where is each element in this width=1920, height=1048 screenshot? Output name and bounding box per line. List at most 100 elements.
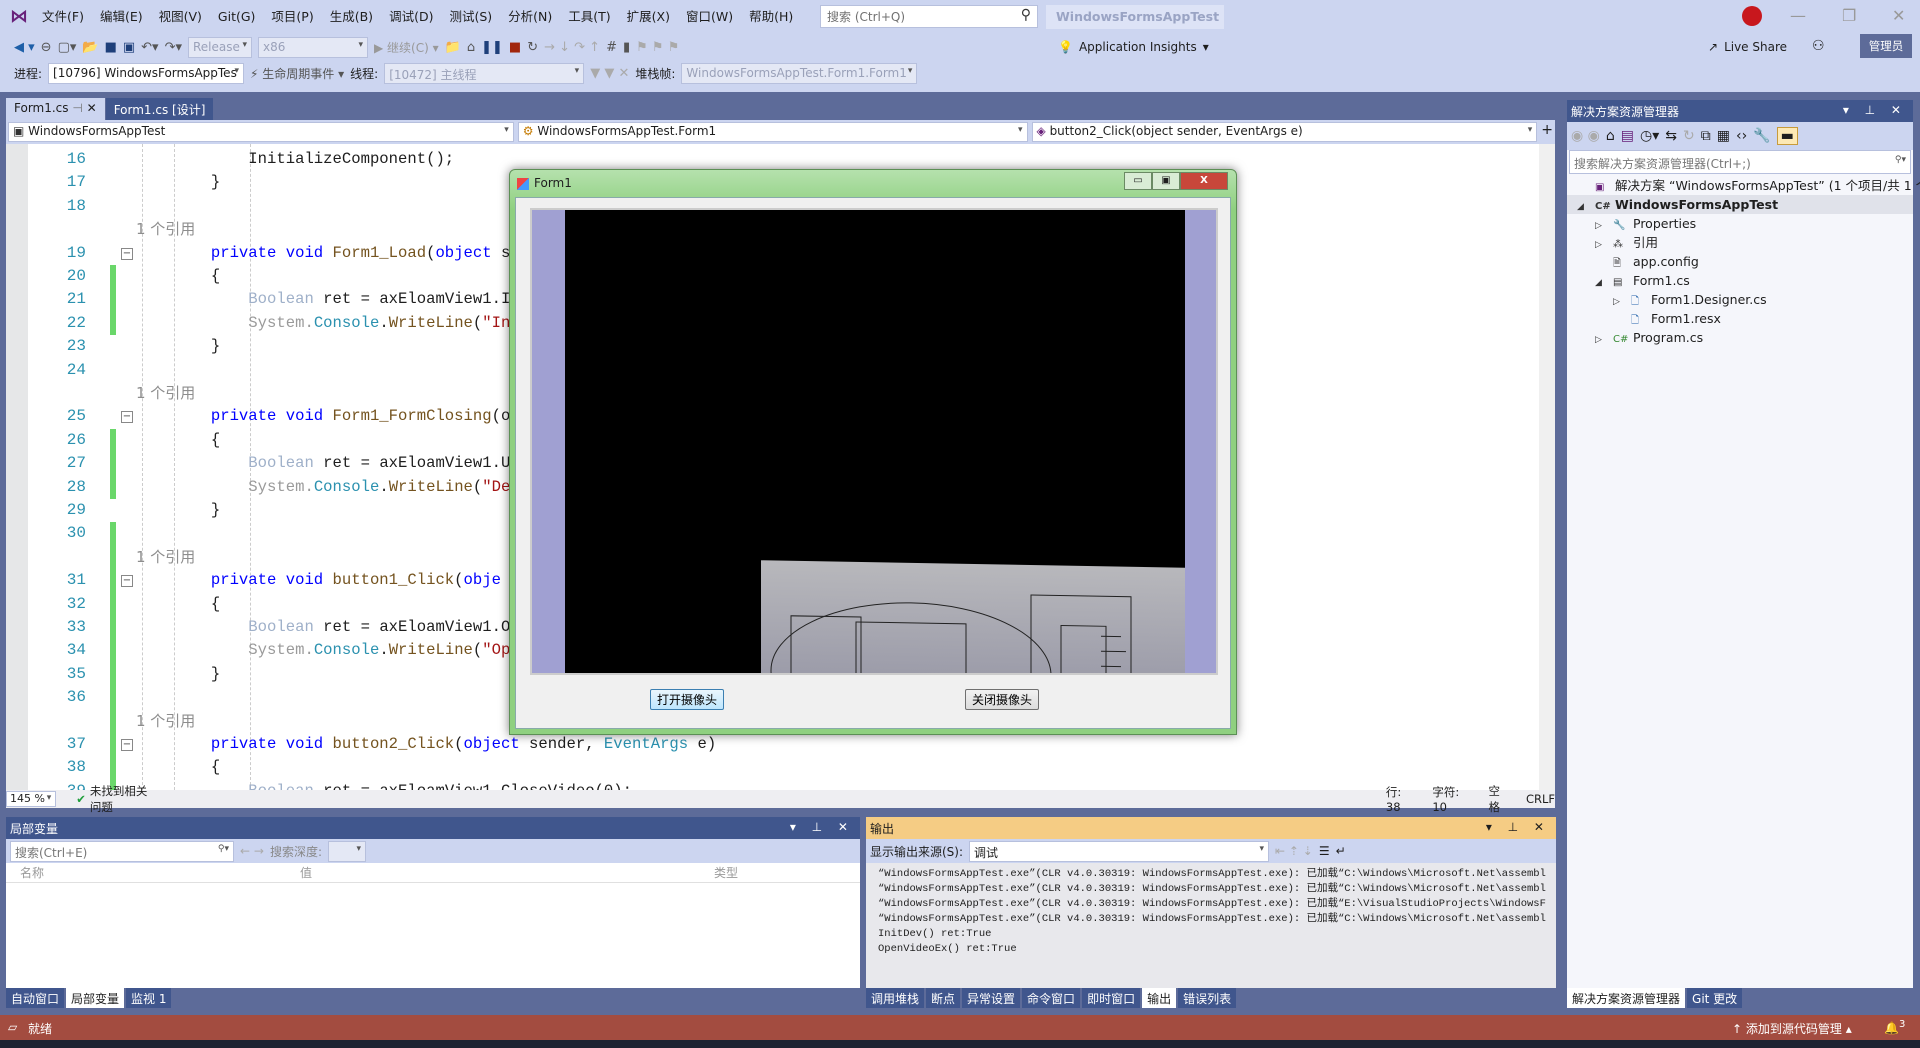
sync-icon[interactable]: ⇆: [1665, 128, 1677, 144]
open-icon[interactable]: 📂: [82, 40, 98, 55]
collapse-all-icon[interactable]: ⧉: [1701, 128, 1711, 144]
minimize-icon[interactable]: —: [1790, 6, 1806, 25]
output-text[interactable]: “WindowsFormsAppTest.exe”(CLR v4.0.30319…: [866, 863, 1556, 957]
restart-icon[interactable]: ↻: [527, 40, 538, 55]
expander-icon[interactable]: ▷: [1595, 331, 1613, 350]
thread-select[interactable]: [10472] 主线程 ▾: [384, 62, 585, 84]
close-camera-button[interactable]: 关闭摄像头: [965, 689, 1040, 710]
menu-item[interactable]: 编辑(E): [92, 0, 151, 33]
tree-item[interactable]: ◢ ▤ Form1.cs: [1567, 271, 1913, 290]
panel-tab[interactable]: 断点: [926, 988, 961, 1008]
eol-indicator[interactable]: CRLF: [1526, 792, 1555, 806]
admin-button[interactable]: 管理员: [1860, 34, 1912, 58]
panel-tab[interactable]: 错误列表: [1178, 988, 1237, 1008]
menu-item[interactable]: Git(G): [210, 0, 264, 33]
close-tab-icon[interactable]: ✕: [87, 101, 97, 115]
live-share-button[interactable]: ↗ Live Share: [1708, 34, 1787, 60]
home-icon[interactable]: ⌂: [1606, 128, 1615, 144]
panel-tab[interactable]: 即时窗口: [1082, 988, 1141, 1008]
class-select[interactable]: ⚙ WindowsFormsAppTest.Form1 ▾: [517, 122, 1028, 142]
application-insights-button[interactable]: 💡 Application Insights ▾: [1058, 34, 1209, 60]
save-icon[interactable]: ■: [105, 40, 117, 55]
code-line[interactable]: 38 {: [6, 756, 1555, 779]
back-icon[interactable]: ◀ ▾: [14, 40, 35, 55]
platform-select[interactable]: x86 ▾: [258, 36, 368, 58]
column-type[interactable]: 类型: [710, 864, 738, 881]
switch-views-icon[interactable]: ▤: [1621, 128, 1634, 144]
menu-item[interactable]: 文件(F): [34, 0, 92, 33]
stop-icon[interactable]: ■: [509, 40, 521, 55]
menu-item[interactable]: 调试(D): [381, 0, 441, 33]
source-control-button[interactable]: ↑ 添加到源代码管理 ▴: [1732, 1020, 1852, 1037]
panel-controls[interactable]: ▾ ⊥ ✕: [1486, 820, 1550, 834]
notifications-icon[interactable]: 🔔3: [1884, 1019, 1905, 1035]
pin-icon[interactable]: ⊣: [72, 101, 82, 115]
tree-item[interactable]: ▷ 🗋 Form1.Designer.cs: [1567, 290, 1913, 309]
panel-tab[interactable]: 输出: [1142, 988, 1177, 1008]
project-select[interactable]: ▣ WindowsFormsAppTest ▾: [8, 122, 514, 142]
panel-tab[interactable]: 异常设置: [962, 988, 1021, 1008]
tree-item[interactable]: ▷ C# Program.cs: [1567, 328, 1913, 347]
panel-controls[interactable]: ▾ ⊥ ✕: [790, 820, 854, 834]
properties-icon[interactable]: 🔧: [1753, 128, 1770, 144]
panel-tab[interactable]: 解决方案资源管理器: [1567, 988, 1686, 1008]
undo-icon[interactable]: ↶▾: [141, 40, 158, 55]
collapse-icon[interactable]: −: [121, 411, 133, 424]
column-name[interactable]: 名称: [6, 864, 296, 881]
new-item-icon[interactable]: ▢▾: [58, 40, 77, 55]
close-icon[interactable]: ✕: [1892, 6, 1905, 25]
tab-form1-cs[interactable]: Form1.cs ⊣ ✕: [6, 98, 105, 120]
stack-frame-select[interactable]: WindowsFormsAppTest.Form1.Form1 ▾: [681, 62, 918, 84]
code-line[interactable]: 16 InitializeComponent();: [6, 148, 1555, 171]
panel-tab[interactable]: 调用堆栈: [866, 988, 925, 1008]
open-camera-button[interactable]: 打开摄像头: [650, 689, 725, 710]
clear-all-icon[interactable]: ☰: [1319, 844, 1330, 858]
codelens-references[interactable]: 1 个引用: [136, 384, 195, 402]
panel-tab[interactable]: 自动窗口: [6, 988, 65, 1008]
tree-item[interactable]: 🗎 app.config: [1567, 252, 1913, 271]
menu-item[interactable]: 生成(B): [322, 0, 381, 33]
refresh-icon[interactable]: ↻: [1683, 128, 1695, 144]
menu-item[interactable]: 窗口(W): [678, 0, 741, 33]
configuration-select[interactable]: Release ▾: [188, 36, 252, 58]
menu-item[interactable]: 项目(P): [263, 0, 321, 33]
menu-item[interactable]: 工具(T): [560, 0, 618, 33]
menu-item[interactable]: 帮助(H): [741, 0, 801, 33]
user-avatar[interactable]: [1742, 6, 1762, 26]
word-wrap-icon[interactable]: ↵: [1336, 844, 1346, 858]
redo-icon[interactable]: ↷▾: [165, 40, 182, 55]
bookmark-nav-icons[interactable]: ⚑ ⚑ ⚑: [636, 40, 679, 55]
code-line[interactable]: 37 private void button2_Click(object sen…: [6, 733, 1555, 756]
menu-item[interactable]: 视图(V): [151, 0, 210, 33]
minimize-icon[interactable]: ▭: [1124, 172, 1152, 190]
search-box[interactable]: 搜索 (Ctrl+Q) ⚲: [820, 5, 1038, 28]
panel-tab[interactable]: 监视 1: [126, 988, 172, 1008]
codelens-references[interactable]: 1 个引用: [136, 548, 195, 566]
search-depth-select[interactable]: ▾: [327, 840, 366, 862]
tab-form1-design[interactable]: Form1.cs [设计]: [105, 98, 214, 120]
feedback-icon[interactable]: ⚇: [1812, 38, 1825, 54]
view-code-icon[interactable]: ‹›: [1736, 128, 1747, 144]
save-all-icon[interactable]: ▣: [123, 40, 135, 55]
close-icon[interactable]: X: [1180, 172, 1228, 190]
lifecycle-events-button[interactable]: ⚡ 生命周期事件 ▾: [250, 65, 344, 82]
restore-icon[interactable]: ❐: [1842, 6, 1856, 25]
preview-icon[interactable]: ▬: [1776, 127, 1798, 145]
collapse-icon[interactable]: −: [121, 247, 133, 260]
editor-scrollbar[interactable]: [1539, 144, 1555, 790]
process-select[interactable]: [10796] WindowsFormsAppTes ▾: [48, 62, 245, 84]
menu-item[interactable]: 分析(N): [500, 0, 560, 33]
collapse-icon[interactable]: −: [121, 575, 133, 588]
back-forward-icons[interactable]: ← →: [240, 844, 264, 858]
collapse-icon[interactable]: −: [121, 739, 133, 751]
panel-tab[interactable]: 局部变量: [66, 988, 125, 1008]
tree-item[interactable]: ▷ ⁂ 引用: [1567, 233, 1913, 252]
panel-controls[interactable]: ▾ ⊥ ✕: [1843, 103, 1907, 117]
spaces-indicator[interactable]: 空格: [1489, 783, 1508, 815]
tree-item[interactable]: ◢ C# WindowsFormsAppTest: [1567, 195, 1913, 214]
output-source-select[interactable]: 调试 ▾: [969, 840, 1270, 862]
menu-item[interactable]: 测试(S): [441, 0, 500, 33]
codelens-references[interactable]: 1 个引用: [136, 712, 195, 730]
forward-icon[interactable]: ⊖: [41, 40, 52, 55]
form1-window[interactable]: Form1 ▭ ▣ X 打开摄像头 关闭摄像头: [509, 169, 1237, 735]
